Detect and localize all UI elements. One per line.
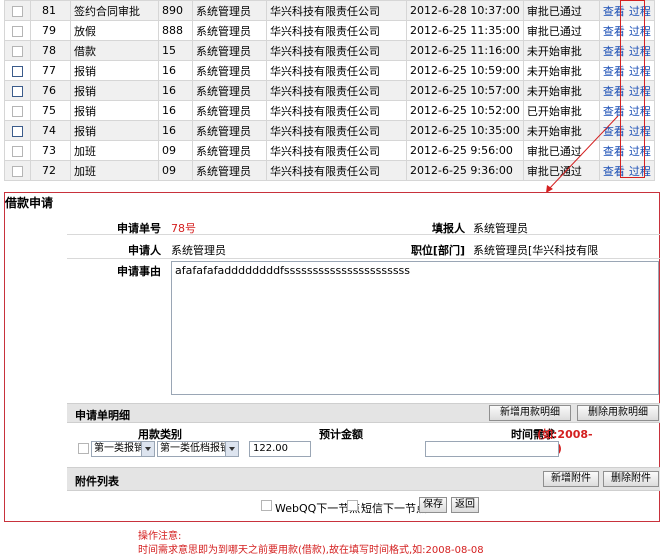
filler-value: 系统管理员 bbox=[473, 222, 528, 235]
detail-section-bar: 申请单明细 bbox=[67, 403, 660, 423]
chevron-down-icon bbox=[225, 442, 238, 456]
notes-title: 操作注意: bbox=[138, 531, 182, 542]
form-body: 申请单号 78号 填报人 系统管理员 申请人 系统管理员 职位[部门] 系统管理… bbox=[67, 215, 660, 521]
detail-row-checkbox[interactable] bbox=[78, 443, 89, 454]
reason-textarea[interactable]: afafafafaddddddddfssssssssssssssssssssss bbox=[171, 261, 659, 395]
attach-section-label: 附件列表 bbox=[75, 475, 119, 488]
loan-request-panel: 借款申请 申请单号 78号 填报人 系统管理员 申请人 系统管理员 职位[部门]… bbox=[4, 192, 660, 522]
operation-notes: 操作注意: 时间需求意思即为到哪天之前要用款(借款),故在填写时间格式,如:20… bbox=[138, 530, 484, 558]
add-detail-button[interactable]: 新增用款明细 bbox=[489, 405, 571, 421]
save-button[interactable]: 保存 bbox=[419, 497, 447, 513]
delete-attachment-button[interactable]: 删除附件 bbox=[603, 471, 659, 487]
filler-label: 填报人 bbox=[432, 222, 465, 235]
time-input[interactable] bbox=[425, 441, 559, 457]
category2-select[interactable]: 第一类低档报销 bbox=[157, 441, 239, 457]
request-no-value: 78号 bbox=[171, 222, 196, 235]
sms-checkbox[interactable] bbox=[347, 500, 358, 511]
category1-value: 第一类报销 bbox=[94, 443, 144, 454]
applicant-label: 申请人 bbox=[128, 244, 161, 257]
dept-label: 职位[部门] bbox=[410, 244, 465, 257]
sms-label: 短信下一节点 bbox=[361, 502, 427, 515]
back-button[interactable]: 返回 bbox=[451, 497, 479, 513]
reason-label: 申请事由 bbox=[117, 265, 161, 278]
amount-input[interactable]: 122.00 bbox=[249, 441, 311, 457]
applicant-value: 系统管理员 bbox=[171, 244, 226, 257]
detail-section-label: 申请单明细 bbox=[75, 409, 130, 422]
col-amount-label: 预计金额 bbox=[319, 428, 363, 441]
delete-detail-button[interactable]: 删除用款明细 bbox=[577, 405, 659, 421]
col-category-label: 用款类别 bbox=[138, 428, 182, 441]
add-attachment-button[interactable]: 新增附件 bbox=[543, 471, 599, 487]
category1-select[interactable]: 第一类报销 bbox=[91, 441, 155, 457]
pointer-arrow bbox=[546, 115, 619, 193]
webqq-checkbox[interactable] bbox=[261, 500, 272, 511]
dept-value: 系统管理员[华兴科技有限 bbox=[473, 244, 599, 257]
chevron-down-icon bbox=[141, 442, 154, 456]
request-no-label: 申请单号 bbox=[117, 222, 161, 235]
category2-value: 第一类低档报销 bbox=[160, 443, 230, 454]
panel-title: 借款申请 bbox=[5, 196, 54, 210]
notes-text: 时间需求意思即为到哪天之前要用款(借款),故在填写时间格式,如:2008-08-… bbox=[138, 545, 484, 556]
